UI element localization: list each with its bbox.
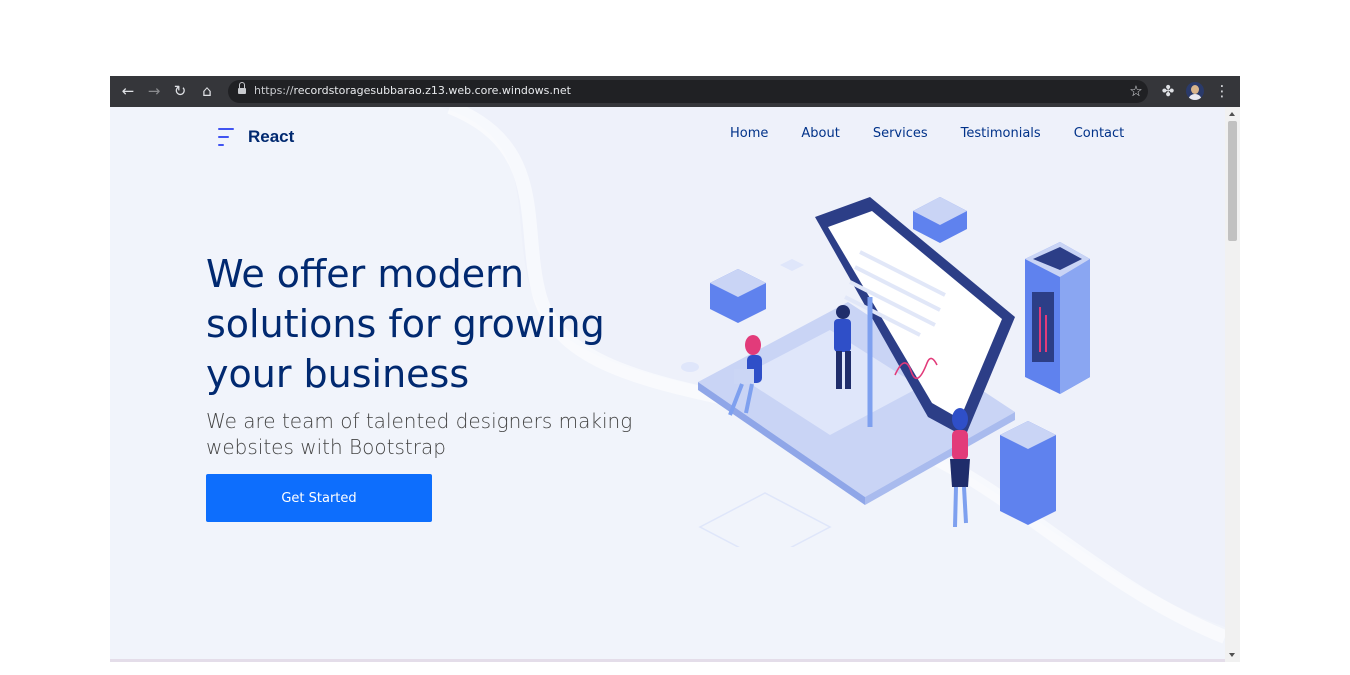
page-bottom-edge bbox=[110, 659, 1225, 662]
nav-testimonials[interactable]: Testimonials bbox=[961, 126, 1041, 141]
browser-window: ← → ↻ ⌂ https://recordstoragesubbarao.z1… bbox=[110, 76, 1240, 662]
browser-toolbar: ← → ↻ ⌂ https://recordstoragesubbarao.z1… bbox=[110, 76, 1240, 107]
vertical-scrollbar[interactable] bbox=[1225, 107, 1240, 662]
logo-icon bbox=[218, 126, 236, 148]
scrollbar-thumb[interactable] bbox=[1228, 121, 1237, 241]
star-icon[interactable]: ☆ bbox=[1126, 81, 1146, 101]
nav-about[interactable]: About bbox=[801, 126, 839, 141]
extensions-icon[interactable]: ✤ bbox=[1158, 81, 1178, 101]
hero-subtitle: We are team of talented designers making… bbox=[206, 409, 633, 459]
url-text: https://recordstoragesubbarao.z13.web.co… bbox=[254, 84, 571, 97]
nav-home[interactable]: Home bbox=[730, 126, 768, 141]
scroll-up-arrow-icon[interactable] bbox=[1229, 112, 1235, 116]
hero-title: We offer modern solutions for growing yo… bbox=[206, 252, 605, 396]
get-started-button[interactable]: Get Started bbox=[206, 474, 432, 522]
nav-contact[interactable]: Contact bbox=[1074, 126, 1125, 141]
site-logo[interactable]: React bbox=[218, 124, 294, 150]
menu-kebab-icon[interactable]: ⋮ bbox=[1212, 81, 1232, 101]
home-icon[interactable]: ⌂ bbox=[197, 81, 217, 101]
logo-text: React bbox=[248, 127, 295, 146]
profile-avatar[interactable] bbox=[1186, 82, 1204, 100]
back-arrow-icon[interactable]: ← bbox=[118, 81, 138, 101]
nav-services[interactable]: Services bbox=[873, 126, 928, 141]
address-bar[interactable]: https://recordstoragesubbarao.z13.web.co… bbox=[228, 80, 1148, 103]
lock-icon bbox=[238, 82, 246, 96]
forward-arrow-icon[interactable]: → bbox=[144, 81, 164, 101]
page-viewport: React Home About Services Testimonials C… bbox=[110, 107, 1225, 662]
reload-icon[interactable]: ↻ bbox=[170, 81, 190, 101]
scroll-down-arrow-icon[interactable] bbox=[1229, 653, 1235, 657]
main-nav: Home About Services Testimonials Contact bbox=[730, 126, 1157, 141]
hero-illustration bbox=[681, 197, 1090, 547]
